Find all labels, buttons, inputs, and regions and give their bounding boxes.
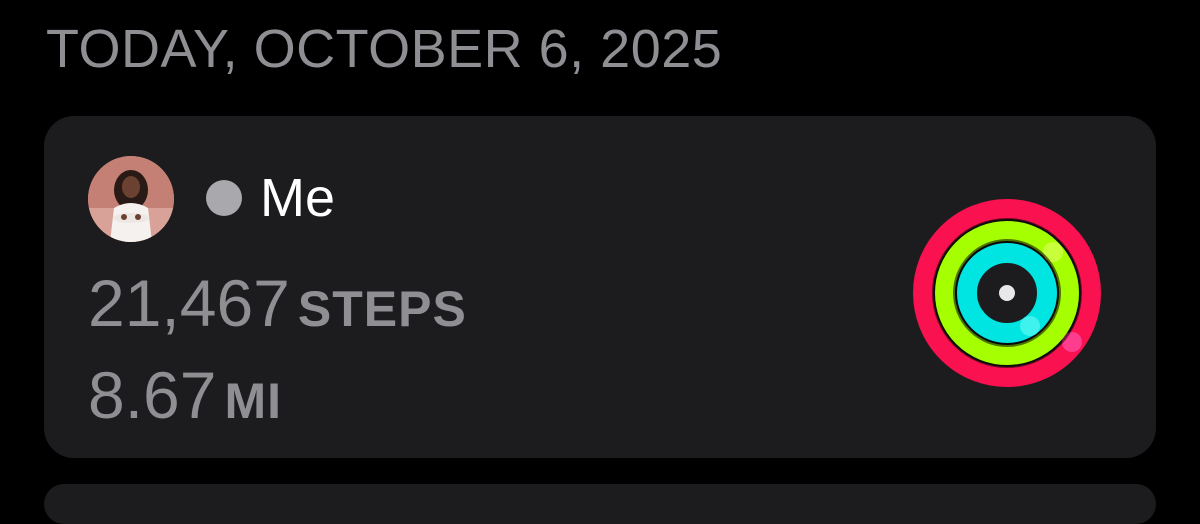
distance-value: 8.67 (88, 358, 217, 432)
activity-card[interactable]: Me 21,467 STEPS 8.67 MI (44, 116, 1156, 458)
status-dot (206, 180, 242, 216)
avatar (88, 156, 174, 242)
user-name: Me (260, 168, 336, 228)
date-header: TODAY, OCTOBER 6, 2025 (46, 19, 723, 79)
distance-stat: 8.67 MI (88, 362, 282, 428)
stand-ring-end (1020, 316, 1040, 336)
steps-stat: 21,467 STEPS (88, 270, 467, 336)
distance-unit: MI (224, 373, 283, 429)
steps-unit: STEPS (297, 281, 467, 337)
steps-value: 21,467 (88, 266, 290, 340)
next-activity-card[interactable] (44, 484, 1156, 524)
avatar-photo-icon (88, 156, 174, 242)
activity-rings-icon (913, 199, 1101, 387)
